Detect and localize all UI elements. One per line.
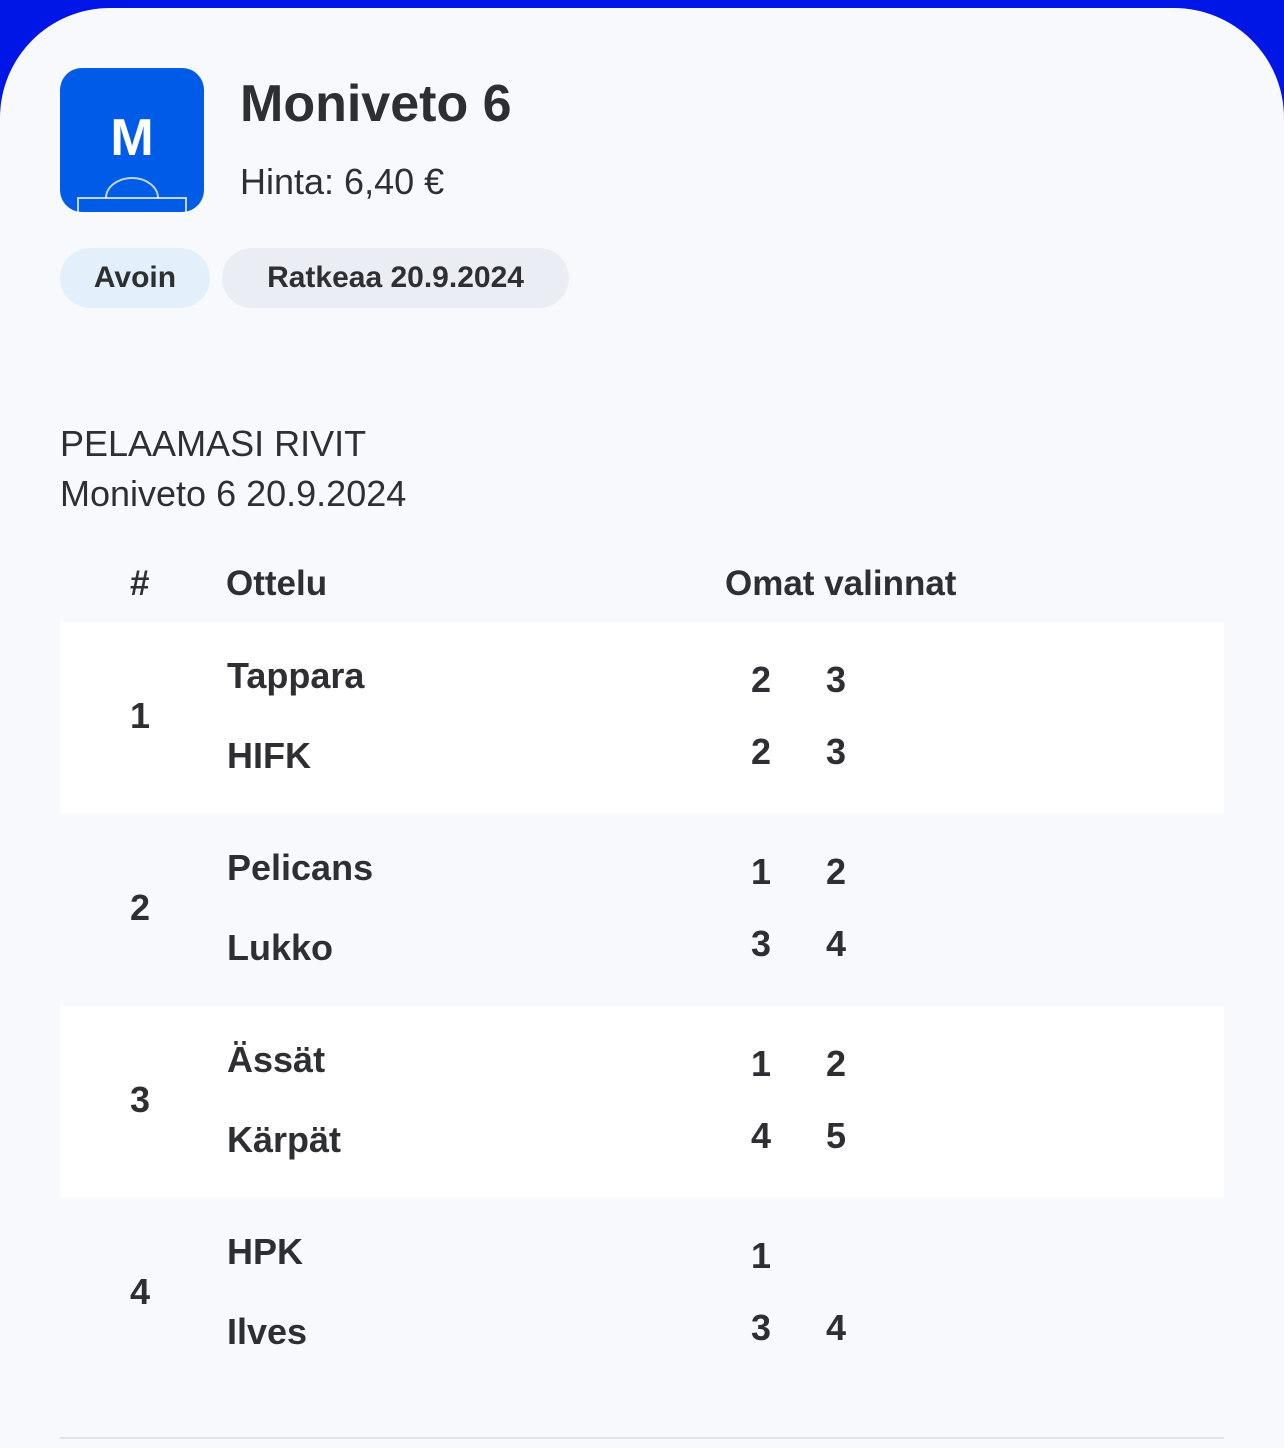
- table-row: 1 Tappara 2 3 HIFK 2 3: [60, 622, 1224, 814]
- row-number: 1: [130, 695, 151, 736]
- game-title: Moniveto 6: [240, 75, 512, 133]
- home-team-name: HPK: [227, 1231, 304, 1272]
- pick-value: 2: [825, 851, 847, 892]
- home-team-name: Ässät: [227, 1039, 326, 1080]
- row-number: 4: [130, 1271, 151, 1312]
- status-badge: Avoin: [60, 248, 210, 308]
- pick-value: 2: [750, 659, 772, 700]
- pick-value: 4: [825, 923, 847, 964]
- pick-value: 3: [750, 923, 772, 964]
- table-row: 4 HPK 1 Ilves 3 4: [60, 1198, 1224, 1390]
- moniveto-field-logo-icon: M: [60, 68, 204, 212]
- pick-value: 2: [825, 1043, 847, 1084]
- pick-value: 2: [750, 731, 772, 772]
- away-team-name: HIFK: [227, 735, 311, 776]
- rows-table: 1 Tappara 2 3 HIFK 2 3 2 Pelicans 1 2 Lukko 3 4 3 Ässät…: [60, 622, 1224, 1390]
- column-header-picks: Omat valinnat: [725, 564, 957, 603]
- pick-value: 1: [750, 851, 772, 892]
- bet-detail-sheet: M Moniveto 6 Hinta: 6,40 € Avoin Ratkeaa…: [0, 8, 1284, 1448]
- table-row: 2 Pelicans 1 2 Lukko 3 4: [60, 814, 1224, 1006]
- logo-letter: M: [110, 109, 154, 167]
- pick-value: 3: [825, 731, 847, 772]
- home-team-name: Tappara: [227, 655, 365, 696]
- resolves-date-badge: Ratkeaa 20.9.2024: [222, 248, 569, 308]
- column-header-match: Ottelu: [226, 564, 328, 603]
- away-team-name: Ilves: [227, 1311, 308, 1352]
- bottom-divider: [60, 1437, 1224, 1439]
- pick-value: 4: [825, 1307, 847, 1348]
- price-label: Hinta: 6,40 €: [240, 161, 445, 202]
- away-team-name: Kärpät: [227, 1119, 342, 1160]
- pick-value: 4: [750, 1115, 772, 1156]
- column-header-number: #: [130, 564, 150, 603]
- pick-value: 1: [750, 1043, 772, 1084]
- pick-value: 5: [825, 1115, 847, 1156]
- away-team-name: Lukko: [227, 927, 334, 968]
- row-number: 3: [130, 1079, 151, 1120]
- home-team-name: Pelicans: [227, 847, 374, 888]
- row-number: 2: [130, 887, 151, 928]
- table-row: 3 Ässät 1 2 Kärpät 4 5: [60, 1006, 1224, 1198]
- pick-value: 3: [750, 1307, 772, 1348]
- section-subheading: Moniveto 6 20.9.2024: [60, 473, 407, 514]
- pick-value: 3: [825, 659, 847, 700]
- section-heading: PELAAMASI RIVIT: [60, 423, 367, 464]
- pick-value: 1: [750, 1235, 772, 1276]
